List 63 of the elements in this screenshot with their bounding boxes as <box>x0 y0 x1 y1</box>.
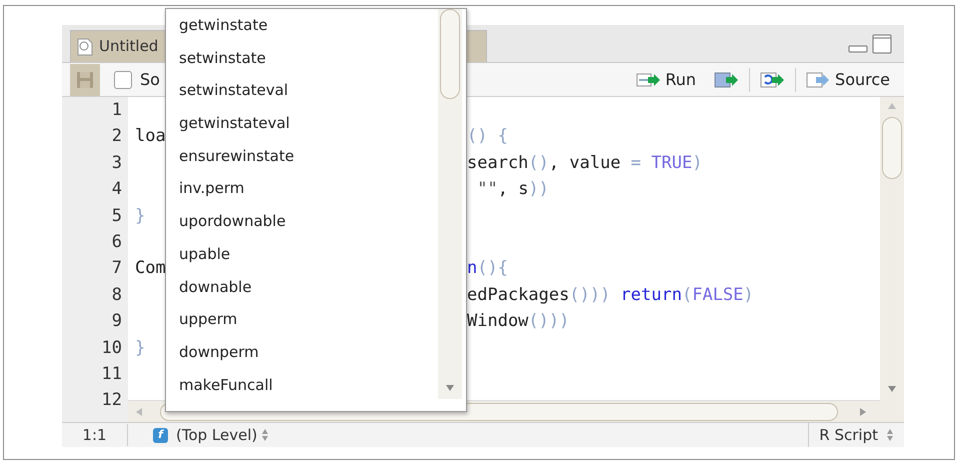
minimize-icon <box>848 44 868 52</box>
completion-item[interactable]: downperm <box>166 336 438 369</box>
line-number: 12 <box>100 389 122 412</box>
line-number: 10 <box>100 336 122 360</box>
completion-item[interactable]: upordownable <box>166 205 438 238</box>
right-arrow-icon <box>858 406 868 416</box>
line-number: 3 <box>110 152 122 175</box>
scrollbar-thumb[interactable] <box>440 9 460 99</box>
completion-item[interactable]: setwinstate <box>166 42 438 74</box>
code-text: edPackages())) return(FALSE) <box>467 284 754 305</box>
completion-item[interactable]: inv.perm <box>166 172 438 206</box>
run-button[interactable]: Run <box>632 68 700 92</box>
completion-item[interactable]: getwinstateval <box>166 107 438 140</box>
run-region-icon <box>714 70 740 88</box>
down-arrow-icon <box>445 383 455 393</box>
completion-item[interactable]: getwinstate <box>166 9 438 42</box>
code-text: loa <box>135 126 166 146</box>
save-icon <box>76 70 94 88</box>
line-number: 1 <box>110 99 122 122</box>
line-number: 9 <box>110 310 122 334</box>
line-number: 4 <box>110 178 122 202</box>
line-number: 6 <box>110 230 122 254</box>
code-text: () { <box>467 126 508 146</box>
checkbox[interactable] <box>114 70 132 88</box>
updown-icon <box>261 428 270 442</box>
checkbox-label: So <box>140 68 160 90</box>
code-text: } <box>135 338 146 358</box>
maximize-icon <box>872 34 892 54</box>
code-text: "", s)) <box>476 179 549 200</box>
r-file-icon <box>77 38 93 56</box>
scrollbar-thumb[interactable] <box>882 117 902 179</box>
function-icon: f <box>153 428 168 442</box>
updown-icon <box>886 428 894 442</box>
code-text: } <box>135 206 146 226</box>
code-text: Window())) <box>467 311 570 332</box>
code-text: search(), value = TRUE) <box>467 152 702 173</box>
popup-scrollbar[interactable] <box>438 9 462 399</box>
run-line-icon <box>636 70 662 88</box>
line-number: 11 <box>100 362 122 386</box>
tab-title: Untitled <box>99 36 158 58</box>
code-text: Com <box>135 258 166 278</box>
completion-item[interactable]: upable <box>166 238 438 270</box>
vertical-scrollbar[interactable] <box>880 97 904 422</box>
up-arrow-icon <box>887 101 897 111</box>
completion-item[interactable]: setwinstateval <box>166 74 438 108</box>
file-type-selector[interactable]: R Script <box>808 423 904 447</box>
code-text: n(){ <box>467 258 508 278</box>
completion-item[interactable]: makeFuncall <box>166 368 438 402</box>
completion-item[interactable]: upperm <box>166 303 438 336</box>
line-number: 8 <box>110 284 122 307</box>
save-button[interactable] <box>70 64 100 96</box>
source-icon <box>806 70 832 88</box>
completion-item[interactable]: downable <box>166 270 438 304</box>
line-number: 2 <box>110 125 122 148</box>
source-button[interactable]: Source <box>802 68 894 92</box>
cursor-position: 1:1 <box>62 424 128 446</box>
rerun-icon <box>760 70 786 88</box>
completion-item[interactable]: ensurewinstate <box>166 140 438 172</box>
left-arrow-icon <box>134 406 144 416</box>
line-number: 7 <box>110 257 122 280</box>
scope-selector[interactable]: f (Top Level) <box>153 424 270 446</box>
down-arrow-icon <box>887 384 897 394</box>
line-number: 5 <box>110 204 122 228</box>
